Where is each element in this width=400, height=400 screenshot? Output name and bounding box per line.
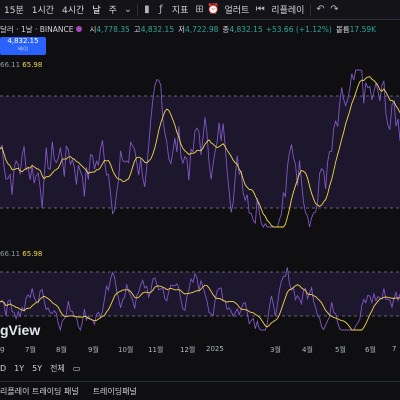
time-label: g — [0, 345, 5, 353]
range-all[interactable]: 전체 — [50, 363, 65, 374]
rsi-band-fill — [0, 272, 400, 316]
undo-icon[interactable]: ↶ — [313, 3, 327, 17]
tradingview-watermark: gView — [0, 322, 41, 338]
chevron-down-icon[interactable]: ⌄ — [121, 3, 135, 17]
range-selector: D 1Y 5Y 전체 ▭ — [0, 360, 400, 376]
low-value: 4,722.98 — [185, 24, 219, 34]
rsi-panel-1 — [0, 69, 400, 228]
open-value: 4,778.35 — [96, 24, 130, 34]
time-label: 6월 — [365, 346, 376, 354]
redo-icon[interactable]: ↷ — [327, 3, 341, 17]
interval-15m[interactable]: 15분 — [0, 0, 28, 20]
time-label: 12월 — [180, 346, 196, 354]
range-d[interactable]: D — [0, 364, 6, 373]
time-label: 7 — [392, 345, 397, 353]
toolbar-divider — [310, 3, 312, 16]
interval-1w[interactable]: 주 — [105, 0, 121, 20]
time-label: 10월 — [118, 346, 134, 354]
rsi-panel-2 — [0, 267, 400, 332]
open-label: 시 — [89, 24, 97, 34]
toolbar-divider — [136, 3, 138, 16]
close-label: 종 — [222, 24, 230, 34]
change-value: +53.66 (+1.12%) — [265, 24, 332, 34]
high-value: 4,832.15 — [140, 24, 175, 34]
range-1y[interactable]: 1Y — [14, 364, 24, 373]
badge-price: 4,832.15 — [7, 37, 39, 45]
calendar-icon[interactable]: ▭ — [73, 364, 81, 373]
candlestick-icon[interactable]: ▮ — [140, 3, 154, 17]
badge-sub: 바이 — [17, 47, 29, 53]
volume-label: 볼륨 — [335, 24, 350, 34]
interval-1h[interactable]: 1시간 — [28, 0, 58, 20]
low-label: 저 — [178, 24, 185, 34]
fx-icon[interactable]: ƒ — [154, 3, 168, 17]
status-dot-icon — [76, 26, 83, 32]
indicators-button[interactable]: 지표 — [168, 0, 193, 20]
chart-area[interactable] — [0, 56, 400, 341]
chart-canvas[interactable] — [0, 56, 400, 341]
time-label: 7월 — [25, 346, 36, 354]
time-label: 11월 — [148, 346, 164, 354]
close-value: 4,832.15 — [229, 24, 263, 34]
volume-value: 17.59K — [349, 24, 377, 34]
bottom-panel-tabs: 리플레이 트레이딩 패널 트레이딩패널 — [0, 381, 400, 400]
indicator2-legend[interactable]: 66.11 65.98 — [0, 250, 42, 258]
replay-icon[interactable]: ⏮ — [253, 3, 267, 17]
time-label: 3월 — [270, 346, 281, 354]
time-label: 2025 — [206, 345, 224, 353]
range-5y[interactable]: 5Y — [32, 364, 42, 373]
tab-trading-panel[interactable]: 트레이딩패널 — [93, 386, 137, 397]
interval-1d[interactable]: 날 — [88, 0, 104, 20]
time-label: 9월 — [88, 346, 99, 354]
templates-icon[interactable]: ⊞ — [192, 3, 206, 17]
interval-4h[interactable]: 4시간 — [58, 0, 88, 20]
indicator2-value-b: 65.98 — [22, 250, 43, 258]
high-label: 고 — [133, 24, 141, 34]
tab-replay-trading[interactable]: 리플레이 트레이딩 패널 — [0, 386, 79, 397]
time-axis[interactable]: g 7월 8월 9월 10월 11월 12월 2025 3월 4월 5월 6월 … — [0, 343, 400, 357]
time-label: 5월 — [335, 346, 346, 354]
price-badge[interactable]: 4,832.15 바이 — [0, 37, 46, 55]
symbol-name[interactable]: 달러 · 1날 · BINANCE — [0, 24, 73, 35]
alert-button[interactable]: 얼러트 — [220, 0, 253, 20]
rsi-band-fill — [0, 96, 400, 208]
time-label: 8월 — [56, 346, 67, 354]
time-label: 4월 — [302, 346, 313, 354]
indicator2-value-a: 66.11 — [0, 250, 21, 258]
replay-button[interactable]: 리플레이 — [267, 0, 308, 20]
top-toolbar: 15분 1시간 4시간 날 주 ⌄ ▮ ƒ 지표 ⊞ ⏰ 얼러트 ⏮ 리플레이 … — [0, 0, 400, 20]
symbol-info-line: 달러 · 1날 · BINANCE 시 4,778.35 고 4,832.15 … — [0, 22, 400, 36]
alert-clock-icon[interactable]: ⏰ — [206, 3, 220, 17]
